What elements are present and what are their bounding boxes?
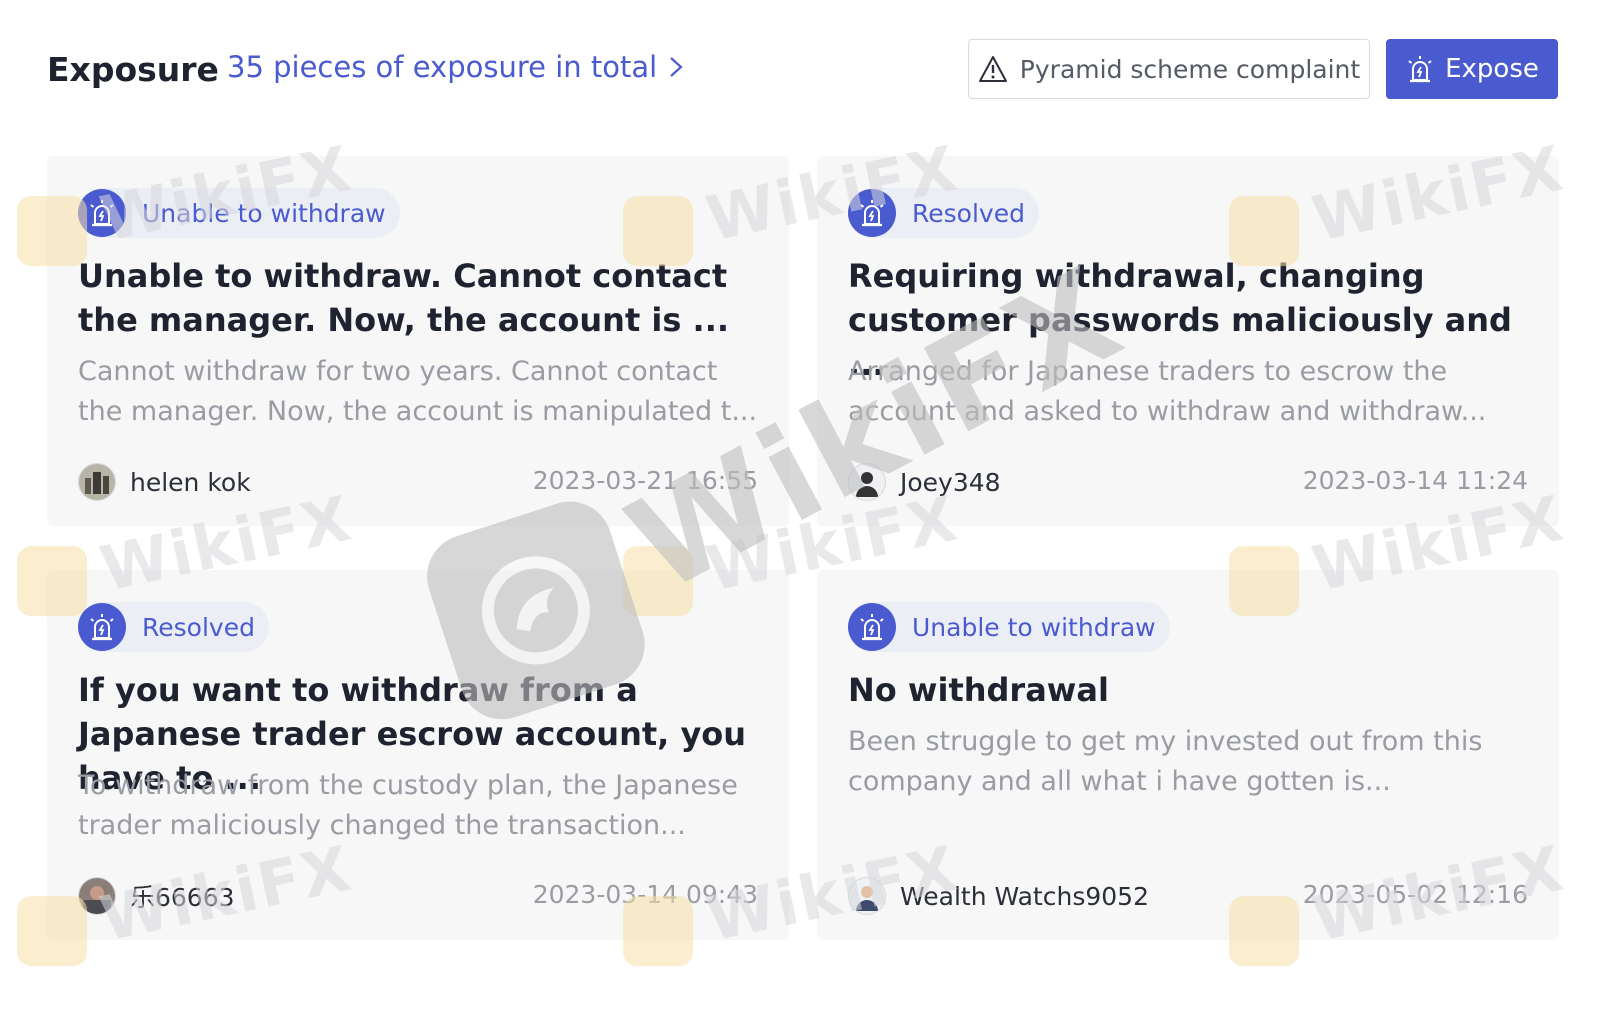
exposure-card[interactable]: Unable to withdraw No withdrawal Been st… [817, 570, 1559, 940]
card-description: Cannot withdraw for two years. Cannot co… [78, 356, 758, 427]
warning-icon [978, 56, 1007, 82]
avatar [848, 877, 886, 915]
author[interactable]: helen kok [78, 462, 251, 502]
exposure-card[interactable]: Resolved If you want to withdraw from a … [47, 570, 789, 940]
alarm-icon [848, 603, 896, 651]
status-tag-label: Resolved [912, 198, 1025, 228]
pyramid-complaint-button[interactable]: Pyramid scheme complaint [968, 39, 1370, 99]
expose-button[interactable]: Expose [1386, 39, 1558, 99]
avatar [78, 463, 116, 501]
status-tag: Resolved [848, 188, 1039, 238]
expose-label: Expose [1445, 54, 1539, 84]
card-title[interactable]: No withdrawal [848, 668, 1528, 712]
alarm-icon [848, 189, 896, 237]
chevron-right-icon [670, 57, 683, 77]
post-date: 2023-05-02 12:16 [1302, 880, 1528, 909]
alarm-icon [1408, 56, 1432, 83]
author-name: helen kok [130, 467, 251, 497]
author-name: 乐66663 [130, 883, 235, 912]
author-name: Wealth Watchs9052 [900, 881, 1149, 911]
status-tag: Unable to withdraw [78, 188, 400, 238]
card-title[interactable]: Unable to withdraw. Cannot contact the m… [78, 254, 758, 342]
card-description: Arranged for Japanese traders to escrow … [848, 356, 1487, 427]
post-date: 2023-03-14 11:24 [1302, 466, 1528, 495]
avatar [848, 463, 886, 501]
author[interactable]: 乐66663 [78, 876, 235, 916]
total-exposure-label: 35 pieces of exposure in total [227, 50, 658, 84]
status-tag-label: Unable to withdraw [142, 198, 386, 228]
author[interactable]: Joey348 [848, 462, 1001, 502]
alarm-icon [78, 603, 126, 651]
post-date: 2023-03-21 16:55 [532, 466, 758, 495]
card-description: To withdraw from the custody plan, the J… [78, 770, 738, 841]
status-tag: Resolved [78, 602, 269, 652]
author-name: Joey348 [900, 467, 1001, 497]
status-tag-label: Unable to withdraw [912, 612, 1156, 642]
exposure-card[interactable]: Unable to withdraw Unable to withdraw. C… [47, 156, 789, 526]
alarm-icon [78, 189, 126, 237]
status-tag: Unable to withdraw [848, 602, 1170, 652]
total-exposure-link[interactable]: 35 pieces of exposure in total [227, 50, 685, 84]
exposure-card[interactable]: Resolved Requiring withdrawal, changing … [817, 156, 1559, 526]
pyramid-complaint-label: Pyramid scheme complaint [1019, 54, 1361, 84]
author[interactable]: Wealth Watchs9052 [848, 876, 1149, 916]
post-date: 2023-03-14 09:43 [532, 880, 758, 909]
section-title: Exposure [47, 50, 219, 89]
card-description: Been struggle to get my invested out fro… [848, 726, 1483, 797]
exposure-header: Exposure 35 pieces of exposure in total … [0, 0, 1598, 140]
avatar [78, 877, 116, 915]
status-tag-label: Resolved [142, 612, 255, 642]
